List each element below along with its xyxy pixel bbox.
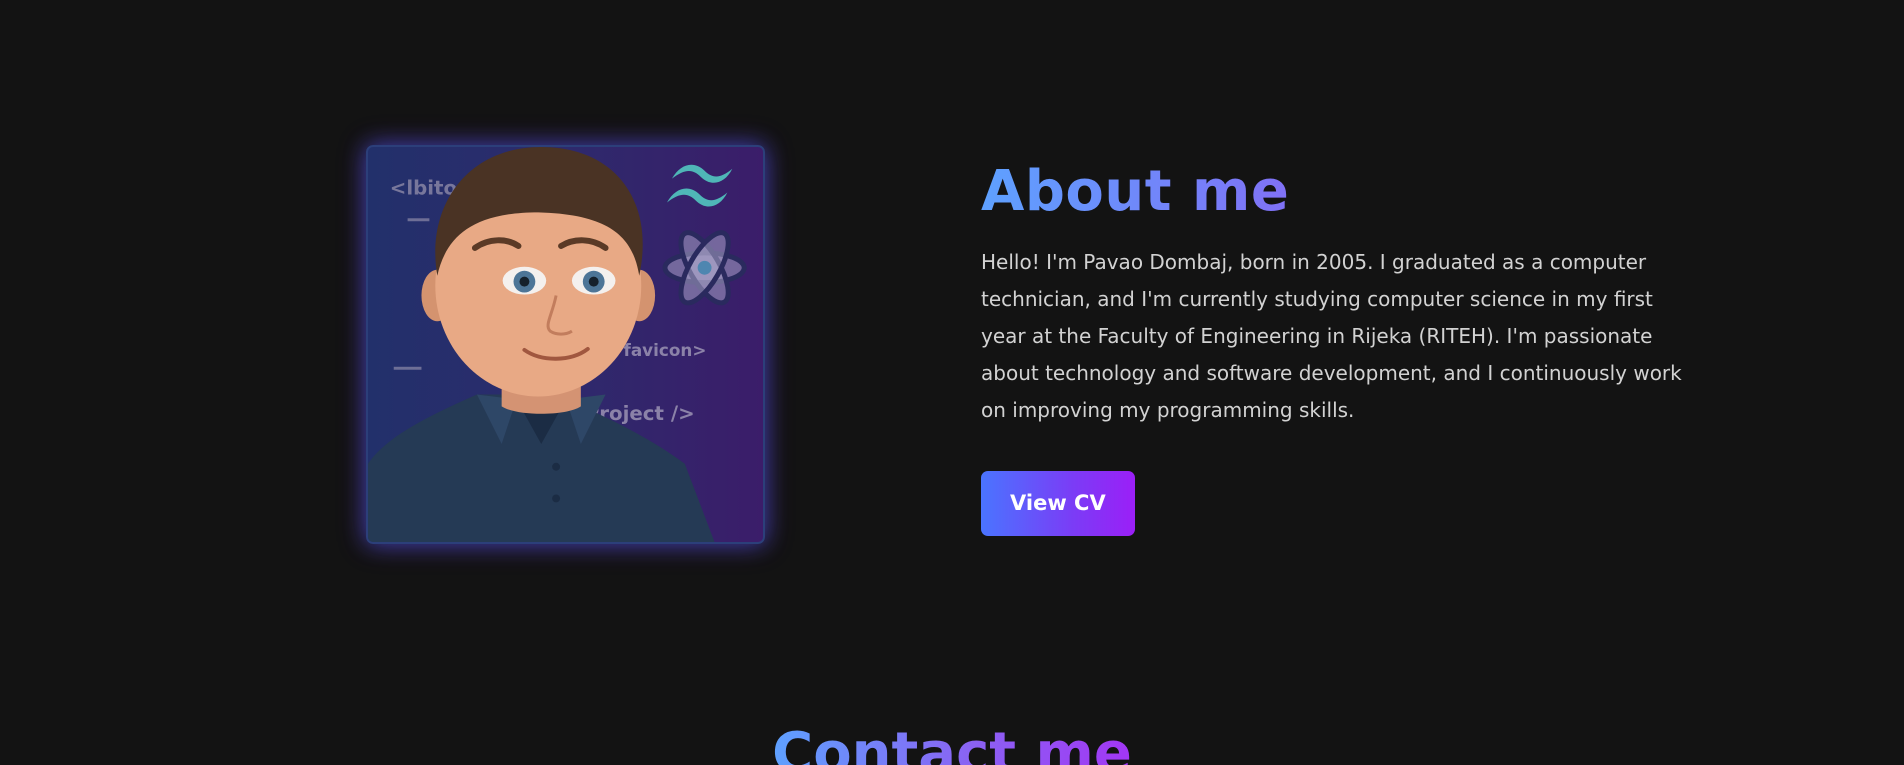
view-cv-button[interactable]: View CV bbox=[981, 471, 1135, 536]
about-content: About me Hello! I'm Pavao Dombaj, born i… bbox=[981, 160, 1701, 536]
contact-title-text: Contact me bbox=[772, 721, 1132, 765]
profile-portrait: <lbitop favicon> Project /> bbox=[366, 145, 765, 544]
contact-section-title: Contact me bbox=[0, 722, 1904, 765]
dash-mark bbox=[393, 366, 422, 370]
tailwind-icon bbox=[666, 164, 733, 207]
about-paragraph: Hello! I'm Pavao Dombaj, born in 2005. I… bbox=[981, 250, 1682, 422]
code-tag-favicon: favicon> bbox=[624, 340, 707, 360]
about-title: About me bbox=[981, 160, 1701, 224]
dash-mark bbox=[407, 218, 430, 222]
react-icon bbox=[662, 230, 747, 306]
about-section: <lbitop favicon> Project /> About me Hel… bbox=[0, 0, 1904, 765]
